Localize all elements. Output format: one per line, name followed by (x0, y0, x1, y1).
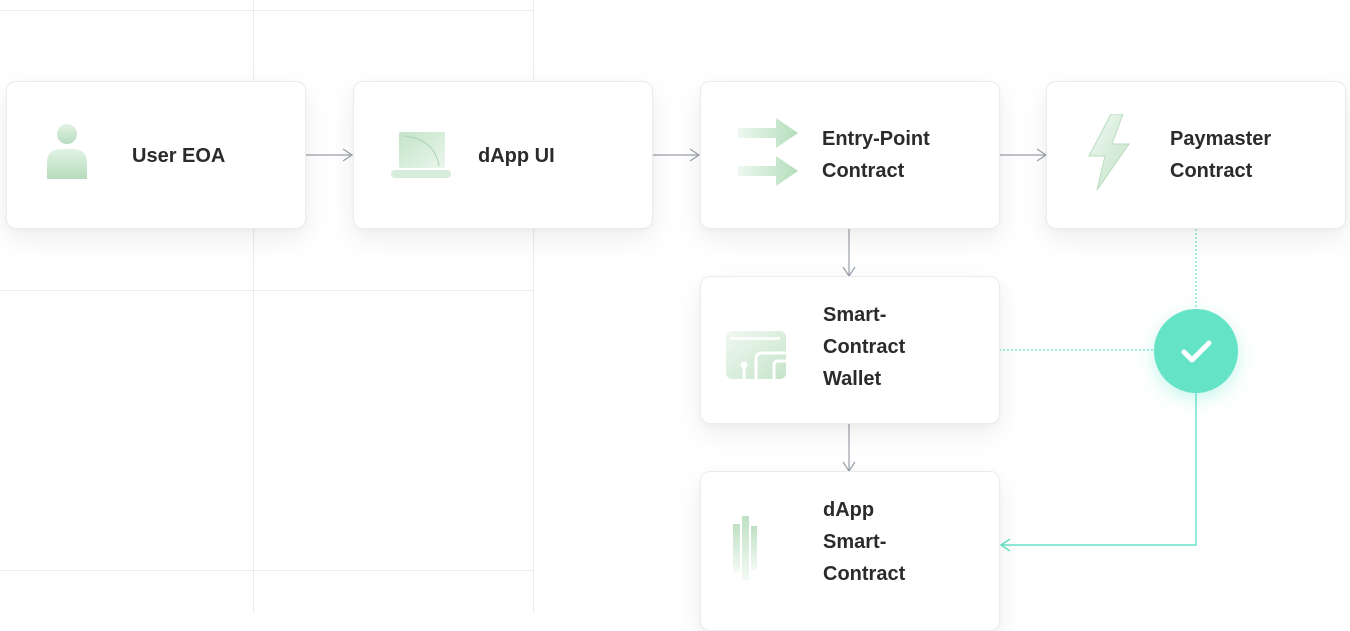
node-label: Paymaster Contract (1170, 128, 1272, 182)
node-user-eoa: User EOA (6, 81, 306, 229)
validation-check-badge (1154, 309, 1238, 393)
node-label: Smart- Contract Wallet (823, 304, 906, 390)
edge-entry-point-to-wallet (842, 229, 856, 278)
edge-dapp-ui-to-entry-point (652, 148, 701, 162)
edge-user-to-dapp-ui (306, 148, 354, 162)
node-paymaster: Paymaster Contract (1046, 81, 1346, 229)
node-label: dApp UI (478, 145, 555, 167)
lightning-icon (1085, 113, 1133, 195)
double-arrow-icon (738, 118, 800, 195)
node-label: Entry-Point Contract (822, 128, 930, 182)
node-label: dApp Smart- Contract (823, 499, 906, 585)
node-label: User EOA (132, 145, 226, 167)
bars-icon (733, 516, 757, 585)
wallet-icon (726, 331, 788, 386)
node-smart-wallet: Smart- Contract Wallet (700, 276, 1000, 424)
node-dapp-ui: dApp UI (353, 81, 653, 229)
user-icon (47, 123, 87, 184)
laptop-icon (391, 132, 451, 185)
node-entry-point: Entry-Point Contract (700, 81, 1000, 229)
node-dapp-contract: dApp Smart- Contract (700, 471, 1000, 631)
edge-entry-point-to-paymaster (999, 148, 1048, 162)
edge-wallet-to-dapp-contract (842, 424, 856, 473)
